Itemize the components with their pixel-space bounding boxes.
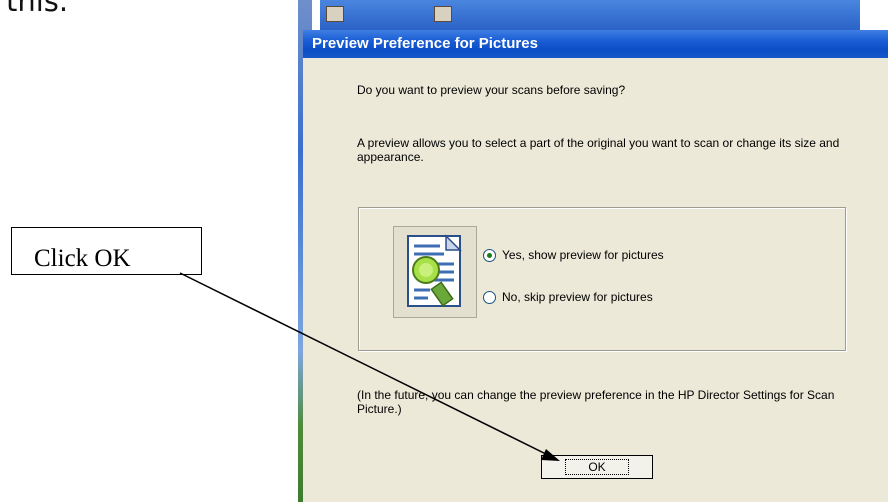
annotation-arrow (179, 272, 560, 461)
annotation-arrow-head (541, 449, 560, 461)
annotation-arrow-line (179, 272, 557, 460)
